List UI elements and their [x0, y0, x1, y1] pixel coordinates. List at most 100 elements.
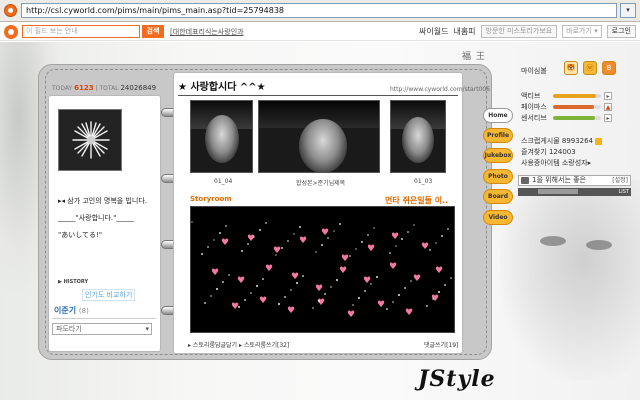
owner-name[interactable]: 이준기 (8): [54, 305, 89, 316]
sparkle: [364, 290, 366, 292]
sparkle: [370, 283, 372, 285]
sparkle: [222, 281, 224, 283]
sparkle: [349, 255, 351, 257]
history-link[interactable]: ▶ HISTORY: [58, 279, 88, 285]
top-decoration-text: 福 王: [462, 52, 486, 62]
sparkle: [204, 302, 206, 304]
heart-icon: ♥: [367, 244, 376, 254]
sparkle: [207, 246, 209, 248]
sparkle: [392, 301, 394, 303]
stat-arrow-icon[interactable]: ▲: [604, 103, 612, 111]
sparkle: [447, 228, 449, 230]
sparkle: [315, 251, 317, 253]
heart-icon: ♥: [391, 232, 400, 242]
cyworld-link[interactable]: 싸이월드: [419, 25, 448, 38]
sparkle: [321, 244, 323, 246]
photo-caption: 01_03: [414, 178, 433, 185]
bgm-list-button[interactable]: LIST: [619, 188, 630, 196]
sparkle: [444, 284, 446, 286]
wave-ride-select[interactable]: 파도타기: [52, 323, 152, 335]
storyroom-canvas[interactable]: ♥ ♥ ♥ ♥ ♥ ♥ ♥ ♥ ♥ ♥ ♥ ♥ ♥ ♥ ♥ ♥ ♥ ♥ ♥ ♥ ♥ ♥ ♥ ♥ ♥ ♥ ♥: [190, 206, 455, 333]
items-in-use[interactable]: 사용중아이템 소랑성자▸: [521, 158, 591, 168]
sparkle: [238, 306, 240, 308]
visited-history-button[interactable]: 방문한 미스토리가보요: [480, 25, 558, 38]
sparkle: [386, 308, 388, 310]
sparkle: [216, 288, 218, 290]
today-count: 6123: [74, 84, 94, 92]
photo-thumbnail[interactable]: [190, 100, 253, 173]
stat-arrow-icon[interactable]: ▸: [604, 92, 612, 100]
stat-bar: [553, 94, 601, 98]
storyroom-label: Storyroom: [190, 195, 232, 203]
url-input[interactable]: http://csl.cyworld.com/pims/main/pims_ma…: [21, 3, 617, 18]
sparkle: [213, 239, 215, 241]
sparkle: [361, 241, 363, 243]
toolbar-menu: 싸이월드 내홈피 방문한 미스토리가보요 바로가기 ▾ 로그인: [419, 25, 636, 38]
profile-line: _____"사랑합니다."_____: [58, 214, 134, 222]
sparkle: [296, 282, 298, 284]
heart-icon: ♥: [237, 276, 246, 286]
heart-icon: ♥: [315, 284, 324, 294]
storyroom-comment-links[interactable]: ▸ 스토리룸담글달기 ▸ 스토리룸쓰기[32]: [188, 340, 289, 349]
sparkle: [352, 304, 354, 306]
hompy-url[interactable]: http://www.cyworld.com/start006: [390, 86, 490, 93]
sparkle: [413, 224, 415, 226]
b-badge-icon[interactable]: B: [602, 61, 616, 75]
title-underline: [178, 95, 458, 96]
sparkle: [281, 247, 283, 249]
stat-label: 액티브: [521, 92, 541, 100]
bgm-settings-link[interactable]: [설정]: [612, 176, 628, 185]
url-dropdown-icon[interactable]: ▾: [620, 3, 636, 18]
sparkle: [250, 292, 252, 294]
bgm-player[interactable]: 1을 위해서는 좋은 [설정]: [518, 175, 631, 186]
compare-popularity-link[interactable]: 인기도 비교하기: [82, 289, 136, 301]
tab-board[interactable]: Board: [483, 189, 513, 204]
volume-slider[interactable]: [538, 189, 578, 194]
sparkle: [244, 299, 246, 301]
w-badge-icon[interactable]: ⓦ: [583, 61, 597, 75]
sparkle: [247, 243, 249, 245]
stat-label: 페이마스: [521, 103, 547, 111]
bgm-controls[interactable]: LIST: [518, 188, 631, 196]
stat-label: 센서티브: [521, 114, 547, 122]
heart-icon: ♥: [435, 266, 444, 276]
sparkle: [318, 300, 320, 302]
tab-jukebox[interactable]: Jukebox: [483, 148, 513, 163]
photo-thumbnail[interactable]: [390, 100, 446, 173]
sparkle: [435, 242, 437, 244]
search-button[interactable]: 검색: [142, 25, 164, 38]
tab-profile[interactable]: Profile: [483, 128, 513, 143]
sparkle: [293, 233, 295, 235]
profile-message: ▸◂ 삼가 고인의 명복을 빕니다. _____"사랑합니다."_____ "あ…: [58, 196, 156, 247]
sparkle: [426, 305, 428, 307]
my-hompy-link[interactable]: 내홈피: [453, 25, 475, 38]
shortcut-select[interactable]: 바로가기 ▾: [562, 25, 602, 38]
cyworld-logo-icon[interactable]: [4, 25, 18, 39]
tiger-icon[interactable]: 🐯: [564, 61, 578, 75]
play-icon[interactable]: [521, 177, 529, 184]
sparkle: [275, 254, 277, 256]
sparkle: [287, 240, 289, 242]
heart-icon: ♥: [299, 236, 308, 246]
tab-home[interactable]: Home: [483, 108, 513, 123]
sparkle: [302, 275, 304, 277]
tagline-link[interactable]: [대한데표리식는사랑인과: [170, 27, 244, 37]
sparkle: [259, 229, 261, 231]
heart-icon: ♥: [413, 274, 422, 284]
heart-icon: ♥: [339, 266, 348, 276]
today-label: TODAY: [52, 85, 73, 92]
photo-thumbnail[interactable]: [258, 100, 380, 173]
login-button[interactable]: 로그인: [606, 25, 636, 38]
heart-icon: ♥: [421, 242, 430, 252]
heart-icon: ♥: [377, 300, 386, 310]
tab-video[interactable]: Video: [483, 210, 513, 225]
tab-photo[interactable]: Photo: [483, 169, 513, 184]
comment-write-link[interactable]: 댓글쓰기[19]: [424, 340, 458, 349]
stat-arrow-icon[interactable]: ▸: [604, 114, 612, 122]
sparkle: [330, 286, 332, 288]
chrysanthemum-icon: [59, 110, 121, 170]
search-input[interactable]: 이 필드 보는 안내: [22, 25, 140, 38]
visitor-counter: TODAY 6123 | TOTAL 24026849: [52, 84, 157, 92]
bgm-title: 1을 위해서는 좋은: [532, 176, 586, 184]
portrait-eye: [586, 240, 612, 250]
